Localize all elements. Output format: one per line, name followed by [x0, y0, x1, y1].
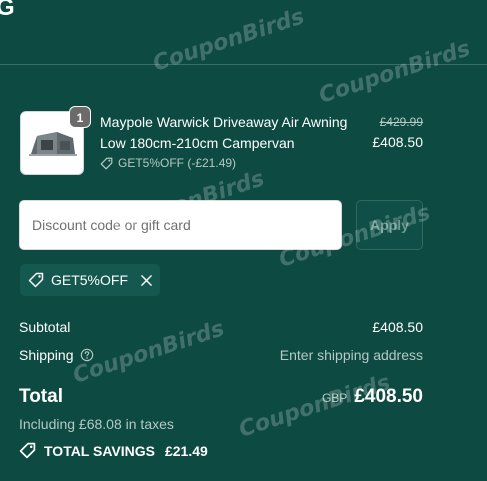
discount-code-input[interactable]	[19, 200, 342, 250]
awning-product-image	[29, 132, 77, 156]
savings-label: TOTAL SAVINGS	[44, 442, 155, 459]
shipping-row: Shipping Enter shipping address	[19, 347, 423, 363]
shipping-label-group: Shipping	[19, 347, 94, 363]
shipping-value: Enter shipping address	[279, 347, 423, 363]
subtotal-value: £408.50	[372, 319, 423, 335]
product-discount: GET5%OFF (-£21.49)	[100, 156, 236, 170]
product-prices: £429.99 £408.50	[372, 115, 423, 150]
product-discount-label: GET5%OFF (-£21.49)	[118, 156, 237, 170]
subtotal-label: Subtotal	[19, 319, 71, 335]
quantity-badge: 1	[69, 106, 91, 128]
product-price: £408.50	[372, 134, 423, 150]
subtotal-row: Subtotal £408.50	[19, 319, 423, 335]
total-value: £408.50	[354, 386, 423, 407]
savings-value: £21.49	[164, 442, 208, 459]
product-name: Maypole Warwick Driveaway Air Awning Low…	[100, 114, 348, 151]
watermark: CouponBirds	[315, 36, 474, 109]
currency-code: GBP	[321, 391, 348, 405]
total-row: Total GBP £408.50	[19, 386, 423, 408]
apply-button[interactable]: Apply	[356, 200, 423, 250]
watermark: CouponBirds	[149, 4, 308, 77]
store-logo-fragment[interactable]: G	[0, 0, 15, 22]
applied-discount-chip: GET5%OFF	[20, 264, 160, 296]
total-savings: TOTAL SAVINGS £21.49	[19, 442, 208, 459]
compare-at-price: £429.99	[379, 115, 423, 129]
help-icon[interactable]	[80, 348, 94, 362]
tag-icon	[19, 442, 36, 459]
total-label: Total	[19, 386, 63, 407]
tag-icon	[100, 157, 113, 169]
total-amount: GBP £408.50	[322, 386, 423, 408]
remove-discount-close-icon[interactable]	[141, 274, 152, 286]
shipping-label: Shipping	[19, 347, 74, 363]
header-divider	[0, 64, 487, 65]
product-thumbnail: 1	[20, 106, 91, 175]
tag-icon	[28, 272, 44, 288]
taxes-note: Including £68.08 in taxes	[19, 416, 174, 432]
order-line-item: 1 Maypole Warwick Driveaway Air Awning L…	[20, 106, 423, 175]
applied-discount-code: GET5%OFF	[50, 272, 128, 288]
